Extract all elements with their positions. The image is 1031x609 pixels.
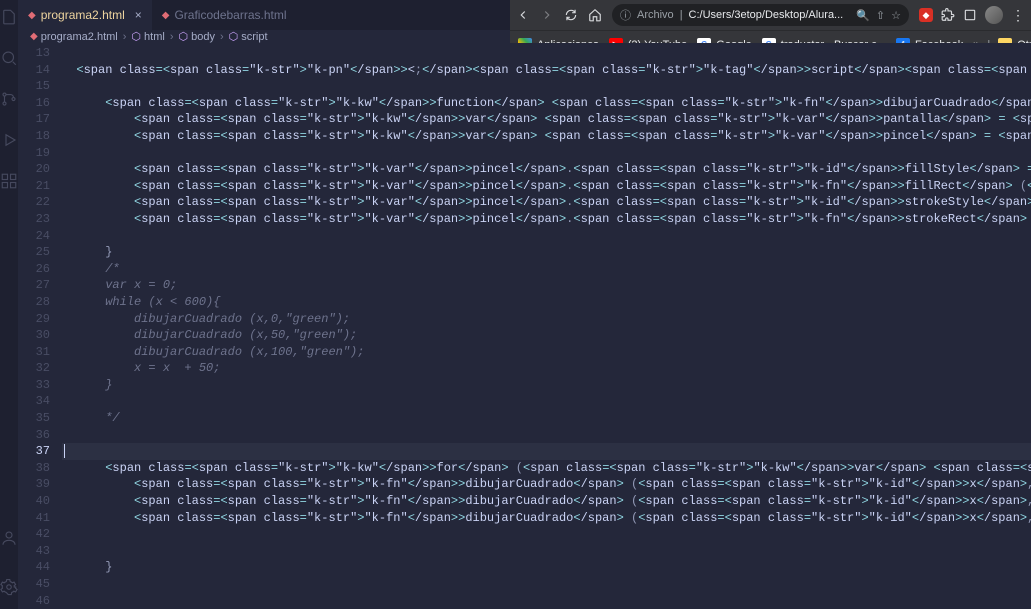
run-debug-icon[interactable] bbox=[0, 131, 18, 154]
extensions-icon[interactable] bbox=[0, 172, 18, 195]
zoom-icon[interactable]: 🔍 bbox=[856, 9, 870, 22]
url-path: C:/Users/3etop/Desktop/Alura... bbox=[689, 9, 844, 21]
tab-label: programa2.html bbox=[41, 8, 125, 22]
settings-icon[interactable] bbox=[0, 578, 18, 601]
vscode-window: 10K ◆ programa2.html × ◆ Graficodebarras… bbox=[0, 0, 510, 609]
forward-button[interactable] bbox=[540, 8, 554, 22]
window-icon[interactable] bbox=[963, 8, 977, 22]
accounts-icon[interactable] bbox=[0, 529, 18, 552]
code-content[interactable]: <span class=<span class="k-str">"k-pn"</… bbox=[62, 43, 1031, 609]
extension-icons: ◆ ⋮ bbox=[919, 6, 1025, 24]
bookmark-star-icon[interactable]: ☆ bbox=[891, 9, 901, 22]
search-icon[interactable] bbox=[0, 49, 18, 72]
profile-avatar[interactable] bbox=[985, 6, 1003, 24]
source-control-icon[interactable]: 10K bbox=[0, 90, 18, 113]
html-file-icon: ◆ bbox=[30, 31, 38, 42]
home-button[interactable] bbox=[588, 8, 602, 22]
tab-programa2[interactable]: ◆ programa2.html × bbox=[18, 0, 152, 30]
html-file-icon: ◆ bbox=[162, 10, 170, 21]
reload-button[interactable] bbox=[564, 8, 578, 22]
chrome-toolbar: ⓘ Archivo | C:/Users/3etop/Desktop/Alura… bbox=[510, 0, 1031, 30]
chevron-right-icon: › bbox=[170, 31, 174, 43]
activity-bar: 10K bbox=[0, 0, 18, 609]
bc-sym-icon: ⬡ bbox=[229, 30, 239, 43]
html-file-icon: ◆ bbox=[28, 10, 36, 21]
bc-body: body bbox=[191, 31, 215, 43]
bc-sym-icon: ⬡ bbox=[178, 30, 188, 43]
info-icon: ⓘ bbox=[620, 7, 631, 23]
url-scheme: Archivo bbox=[637, 9, 674, 21]
explorer-icon[interactable] bbox=[0, 8, 18, 31]
tab-label: Graficodebarras.html bbox=[174, 8, 286, 22]
chevron-right-icon: › bbox=[123, 31, 127, 43]
chevron-right-icon: › bbox=[220, 31, 224, 43]
line-gutter: 1314151617181920212223242526272829303132… bbox=[18, 43, 62, 609]
bc-sym-icon: ⬡ bbox=[131, 30, 141, 43]
code-editor[interactable]: 1314151617181920212223242526272829303132… bbox=[18, 43, 1031, 609]
back-button[interactable] bbox=[516, 8, 530, 22]
ext-adblock-icon[interactable]: ◆ bbox=[919, 8, 933, 22]
close-icon[interactable]: × bbox=[135, 8, 142, 22]
omnibox[interactable]: ⓘ Archivo | C:/Users/3etop/Desktop/Alura… bbox=[612, 4, 909, 26]
bc-file: programa2.html bbox=[41, 31, 118, 43]
share-icon[interactable]: ⇧ bbox=[876, 9, 885, 22]
bc-script: script bbox=[241, 31, 267, 43]
extensions-puzzle-icon[interactable] bbox=[941, 8, 955, 22]
menu-icon[interactable]: ⋮ bbox=[1011, 7, 1025, 24]
bc-html: html bbox=[144, 31, 165, 43]
tab-graficodebarras[interactable]: ◆ Graficodebarras.html bbox=[152, 0, 297, 30]
editor-area: ◆ programa2.html × ◆ Graficodebarras.htm… bbox=[18, 0, 1031, 609]
